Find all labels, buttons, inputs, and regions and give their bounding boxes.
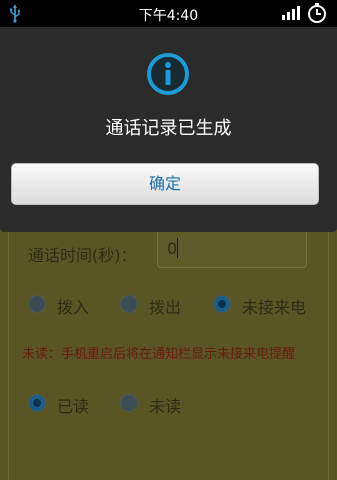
duration-input[interactable]: 0 xyxy=(157,228,307,268)
radio-read-label: 已读 xyxy=(57,397,90,416)
unread-note: 未读：手机重启后将在通知栏显示未接来电提醒 xyxy=(22,347,296,362)
signal-icon xyxy=(282,6,300,20)
radio-missed[interactable] xyxy=(213,295,231,313)
radio-read[interactable] xyxy=(28,394,46,412)
confirm-button[interactable]: 确定 xyxy=(11,163,319,205)
radio-unread[interactable] xyxy=(120,394,138,412)
radio-outgoing[interactable] xyxy=(120,295,138,313)
alert-dialog: 通话记录已生成 确定 xyxy=(0,27,337,232)
radio-unread-label: 未读 xyxy=(149,397,182,416)
dialog-title: 通话记录已生成 xyxy=(105,118,232,139)
radio-incoming-label: 拨入 xyxy=(57,298,90,317)
duration-label: 通话时间(秒)： xyxy=(28,246,137,265)
radio-missed-label: 未接来电 xyxy=(242,298,307,317)
text-caret xyxy=(177,238,178,258)
info-icon xyxy=(147,53,189,95)
duration-value: 0 xyxy=(167,239,178,258)
status-bar: 下午4:40 xyxy=(0,0,337,27)
battery-icon xyxy=(308,3,326,23)
radio-incoming[interactable] xyxy=(28,295,46,313)
radio-outgoing-label: 拨出 xyxy=(149,298,182,317)
